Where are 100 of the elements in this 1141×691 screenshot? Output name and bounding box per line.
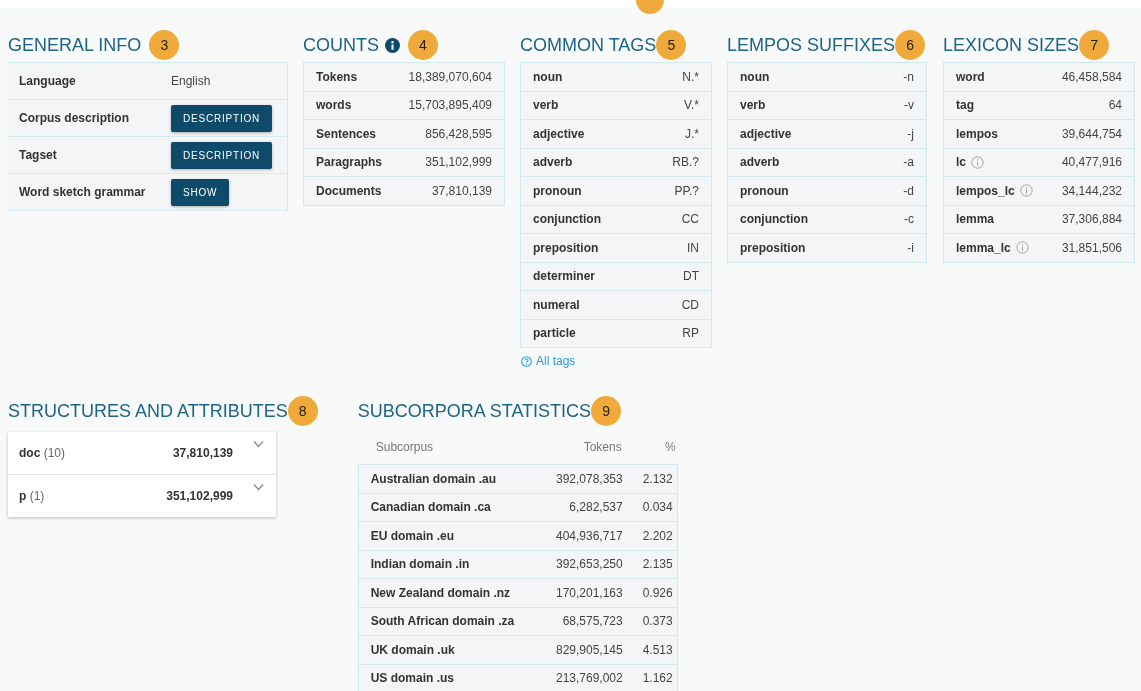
table-cell: PP.? (674, 183, 699, 198)
section-title: SUBCORPORA STATISTICS (357, 400, 592, 422)
table-cell: 15,703,895,409 (408, 98, 492, 113)
table-cell: adjective (533, 126, 585, 141)
table-cell: 37,306,884 (1061, 212, 1122, 227)
table-cell-text: Word sketch grammar (19, 185, 147, 199)
table-cell-text: 170,201,163 (554, 585, 623, 600)
table-cell: V.* (684, 98, 699, 113)
table-cell-text: Indian domain .in (369, 557, 471, 572)
table-cell: 64 (1108, 98, 1122, 113)
table-cell: preposition (533, 240, 599, 255)
table-cell: lempos (956, 126, 998, 141)
table-cell: verb (740, 98, 766, 113)
table-cell-text: US domain .us (369, 671, 456, 686)
table-cell: CC (681, 212, 699, 227)
table-cell-text: 2.202 (641, 528, 674, 543)
section-title: LEXICON SIZES (943, 34, 1080, 56)
table-cell-text: 2.132 (641, 471, 674, 486)
structure-total: 351,102,999 (166, 489, 233, 503)
table-cell: numeral (533, 297, 580, 312)
description-button[interactable]: DESCRIPTION (171, 141, 273, 169)
table-cell: N.* (682, 69, 699, 84)
column-header: Tokens (582, 440, 622, 454)
structure-name: p (1) (19, 489, 45, 503)
column-header: % (664, 440, 676, 454)
table-cell: -a (903, 155, 914, 170)
table-cell: Tokens (316, 69, 358, 84)
table-cell: word (956, 69, 985, 84)
table-cell: 39,644,754 (1061, 126, 1122, 141)
table-cell: 34,144,232 (1061, 183, 1122, 198)
table-cell: English (171, 74, 211, 88)
section-title: COUNTS (303, 34, 379, 56)
table-cell: adverb (533, 155, 573, 170)
table-cell-text: 4.513 (641, 642, 674, 657)
section-title: GENERAL INFO (8, 34, 142, 56)
table-cell: -d (903, 183, 914, 198)
table-cell: pronoun (740, 183, 789, 198)
table-cell-text: Canadian domain .ca (369, 500, 492, 515)
table-cell: 40,477,916 (1061, 155, 1122, 170)
table-cell-text: Language (19, 74, 77, 88)
table-cell-text: 0.926 (641, 585, 674, 600)
table-cell: determiner (533, 269, 596, 284)
table-cell: noun (740, 69, 770, 84)
table-cell: Paragraphs (316, 155, 383, 170)
number-badge: 9 (591, 396, 622, 426)
table-cell: verb (533, 98, 559, 113)
table-cell-text: 213,769,002 (554, 671, 623, 686)
table-cell-text: 6,282,537 (568, 500, 623, 515)
table-cell-text: 0.034 (641, 500, 674, 515)
number-badge: 5 (656, 30, 687, 60)
table-cell: lc (956, 155, 966, 170)
table-cell: -i (907, 240, 914, 255)
number-badge: 8 (287, 396, 318, 426)
number-badge: 3 (149, 30, 180, 60)
table-cell: 37,810,139 (431, 183, 492, 198)
table-cell: particle (533, 326, 576, 341)
table-cell: Documents (316, 183, 382, 198)
table-cell: 856,428,595 (425, 126, 492, 141)
number-badge: 7 (1079, 30, 1110, 60)
table-cell: RB.? (672, 155, 699, 170)
table-cell: IN (687, 240, 699, 255)
table-cell: -n (903, 69, 914, 84)
info-icon[interactable] (385, 37, 400, 53)
number-badge: 4 (408, 30, 438, 60)
chevron-icon[interactable] (253, 483, 264, 491)
table-cell-text: 2.135 (641, 557, 674, 572)
table-cell: CD (681, 297, 699, 312)
table-cell-text: New Zealand domain .nz (369, 585, 512, 600)
table-cell-text: 1.162 (641, 671, 674, 686)
table-cell: words (316, 98, 352, 113)
table-cell-text: 392,653,250 (554, 557, 623, 572)
structure-total: 37,810,139 (172, 446, 233, 460)
chevron-icon[interactable] (253, 440, 264, 448)
table-cell: lempos_lc (956, 183, 1015, 198)
section-title: COMMON TAGS (520, 34, 657, 56)
table-cell: conjunction (740, 212, 808, 227)
table-cell: noun (533, 69, 563, 84)
table-cell-text: UK domain .uk (369, 642, 456, 657)
table-cell: -v (904, 98, 914, 113)
table-cell-text: Corpus description (19, 111, 130, 125)
table-cell: conjunction (533, 212, 601, 227)
section-title: LEMPOS SUFFIXES (727, 34, 896, 56)
table-cell: lemma_lc (956, 240, 1011, 255)
table-cell-text: South African domain .za (369, 614, 516, 629)
table-cell: lemma (956, 212, 995, 227)
description-button[interactable]: DESCRIPTION (171, 104, 273, 132)
table-cell: adjective (740, 126, 792, 141)
number-badge: 6 (895, 30, 926, 60)
table-cell-text: 829,905,145 (554, 642, 623, 657)
table-cell: RP (682, 326, 699, 341)
column-header: Subcorpus (374, 440, 435, 454)
table-cell-text: Tagset (19, 148, 58, 162)
table-cell-text: EU domain .eu (369, 528, 456, 543)
table-cell: 351,102,999 (425, 155, 492, 170)
table-cell: 31,851,506 (1061, 240, 1122, 255)
table-cell-text: 68,575,723 (561, 614, 623, 629)
table-cell: DT (683, 269, 699, 284)
show-button[interactable]: SHOW (171, 178, 230, 206)
table-cell-text: 0.373 (641, 614, 674, 629)
table-cell-text: 392,078,353 (554, 471, 623, 486)
